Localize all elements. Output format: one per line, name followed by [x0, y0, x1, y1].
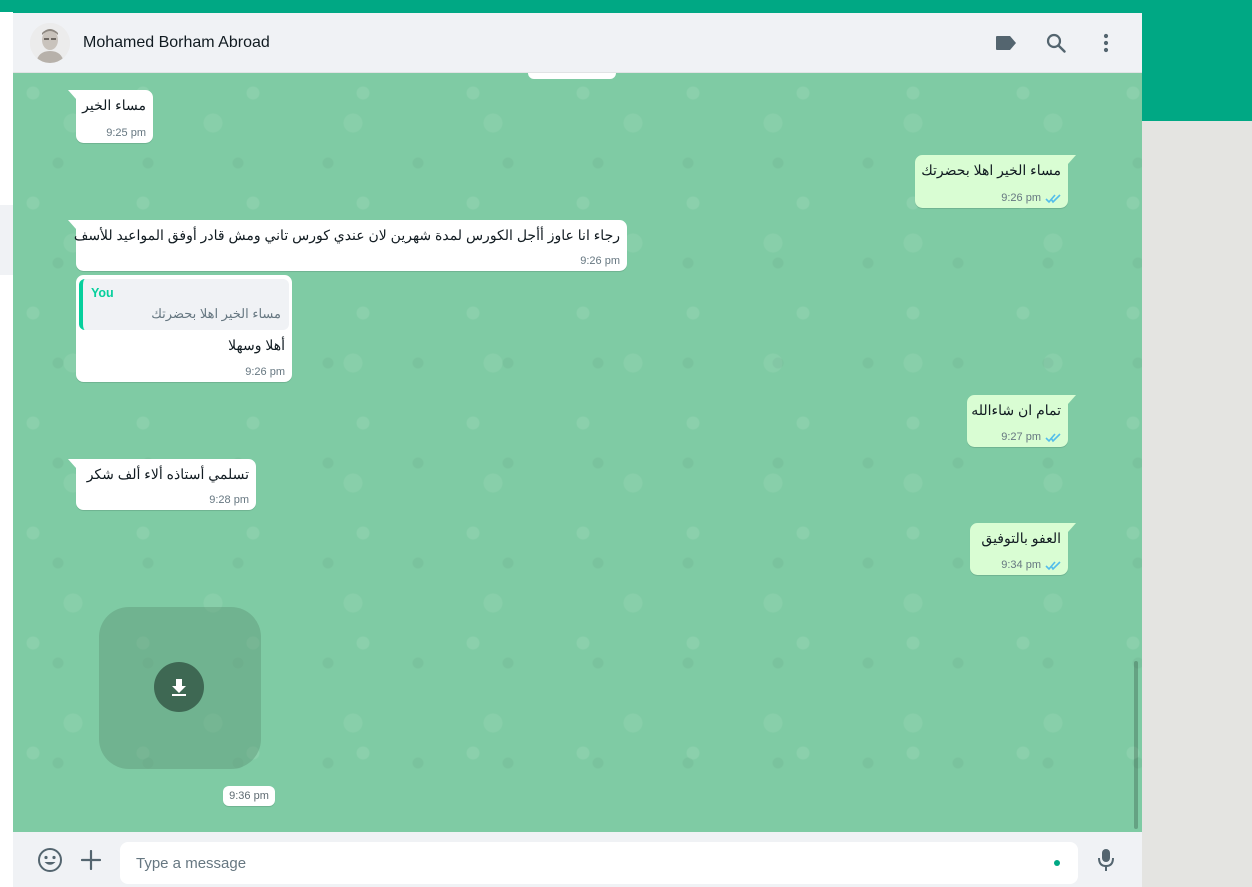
contact-name[interactable]: Mohamed Borham Abroad	[83, 34, 270, 52]
read-ticks-icon	[1045, 432, 1061, 442]
input-status-dot	[1054, 860, 1060, 866]
message-outgoing[interactable]: العفو بالتوفيق 9:34 pm	[970, 523, 1076, 575]
message-incoming[interactable]: رجاء انا عاوز أأجل الكورس لمدة شهرين لان…	[68, 220, 627, 271]
read-ticks-icon	[1045, 560, 1061, 570]
message-incoming[interactable]: تسلمي أستاذه ألاء ألف شكر 9:28 pm	[68, 459, 256, 510]
download-icon	[172, 679, 186, 696]
message-text: تسلمي أستاذه ألاء ألف شكر	[86, 466, 249, 482]
mic-icon[interactable]	[1091, 845, 1121, 875]
read-ticks-icon	[1045, 193, 1061, 203]
message-text: مساء الخير اهلا بحضرتك	[921, 162, 1061, 178]
quote-text: مساء الخير اهلا بحضرتك	[151, 306, 281, 321]
emoji-icon[interactable]	[35, 845, 65, 875]
composer	[13, 832, 1142, 887]
message-incoming-reply[interactable]: You مساء الخير اهلا بحضرتك أهلا وسهلا 9:…	[76, 275, 292, 382]
message-time: 9:26 pm	[245, 366, 285, 378]
message-input[interactable]	[120, 842, 1078, 884]
message-meta: 9:27 pm	[1001, 431, 1061, 443]
avatar[interactable]	[30, 23, 70, 63]
download-button[interactable]	[154, 662, 204, 712]
sticker-placeholder[interactable]	[99, 607, 261, 769]
message-incoming[interactable]: مساء الخير 9:25 pm	[68, 90, 153, 143]
chat-header[interactable]: Mohamed Borham Abroad	[13, 13, 1142, 73]
message-text: أهلا وسهلا	[228, 337, 285, 353]
message-outgoing[interactable]: تمام ان شاءالله 9:27 pm	[967, 395, 1076, 447]
sticker-time: 9:36 pm	[223, 786, 275, 806]
avatar-image	[30, 23, 70, 63]
date-chip	[528, 73, 616, 79]
message-time: 9:28 pm	[209, 494, 249, 506]
message-time: 9:25 pm	[106, 127, 146, 139]
message-meta: 9:25 pm	[106, 127, 146, 139]
message-text: مساء الخير	[82, 97, 146, 113]
message-meta: 9:34 pm	[1001, 559, 1061, 571]
message-meta: 9:26 pm	[580, 255, 620, 267]
message-meta: 9:28 pm	[209, 494, 249, 506]
quote-author: You	[91, 286, 114, 300]
message-list[interactable]: مساء الخير 9:25 pm مساء الخير اهلا بحضرت…	[13, 73, 1142, 832]
left-panel-edge	[0, 12, 13, 887]
menu-icon[interactable]	[1093, 30, 1119, 56]
search-icon[interactable]	[1043, 30, 1069, 56]
scrollbar[interactable]	[1134, 661, 1138, 829]
message-outgoing[interactable]: مساء الخير اهلا بحضرتك 9:26 pm	[915, 155, 1076, 208]
label-icon[interactable]	[993, 30, 1019, 56]
message-meta: 9:26 pm	[245, 366, 285, 378]
message-time: 9:27 pm	[1001, 431, 1041, 443]
attach-icon[interactable]	[76, 845, 106, 875]
message-text: رجاء انا عاوز أأجل الكورس لمدة شهرين لان…	[73, 227, 620, 243]
message-text: العفو بالتوفيق	[981, 530, 1061, 546]
message-time: 9:26 pm	[580, 255, 620, 267]
message-text: تمام ان شاءالله	[971, 402, 1061, 418]
app-right-background	[1142, 121, 1252, 887]
quoted-message[interactable]: You مساء الخير اهلا بحضرتك	[79, 279, 289, 330]
chat-window: Mohamed Borham Abroad مساء الخير 9:25 pm…	[13, 13, 1142, 887]
message-meta: 9:26 pm	[1001, 192, 1061, 204]
selected-chat-stub	[0, 205, 13, 275]
message-time: 9:26 pm	[1001, 192, 1041, 204]
message-time: 9:34 pm	[1001, 559, 1041, 571]
